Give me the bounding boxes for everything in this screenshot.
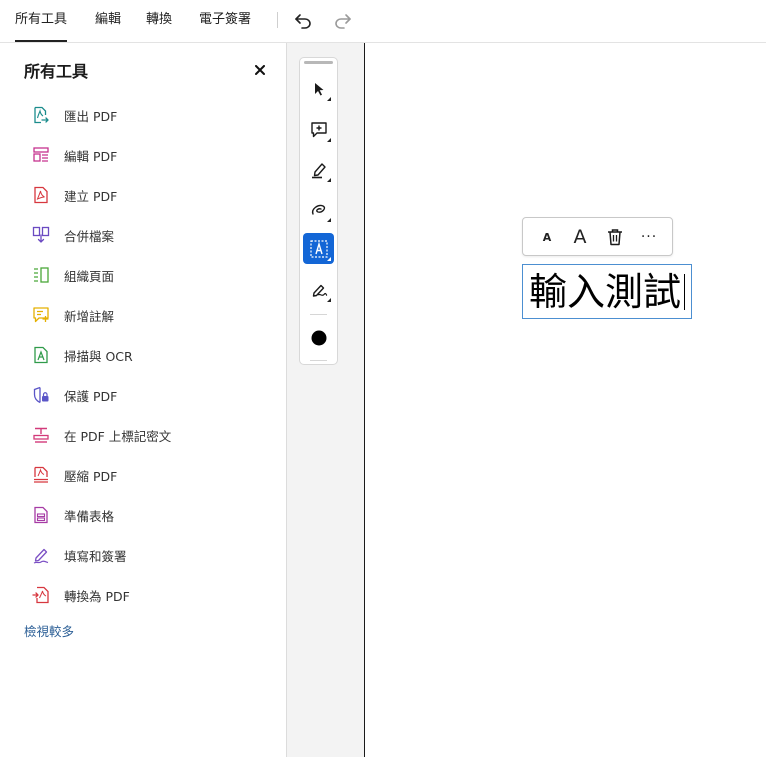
tool-label: 建立 PDF — [64, 188, 118, 204]
quick-tools-toolbar — [299, 57, 338, 365]
expand-indicator-icon — [327, 97, 331, 101]
text-caret — [684, 274, 685, 310]
tool-fill-sign[interactable]: 填寫和簽署 — [0, 535, 286, 575]
tool-scan-ocr[interactable]: 掃描與 OCR — [0, 335, 286, 375]
tab-edit[interactable]: 編輯 — [95, 0, 121, 42]
draw-tool-button[interactable] — [303, 194, 334, 225]
tool-compress-pdf[interactable]: 壓縮 PDF — [0, 455, 286, 495]
tool-label: 新增註解 — [64, 308, 115, 324]
text-format-toolbar: A A ··· — [522, 217, 673, 256]
tool-organize-pages[interactable]: 組織頁面 — [0, 255, 286, 295]
highlighter-icon — [311, 162, 326, 178]
close-icon — [255, 65, 265, 75]
redo-button[interactable] — [331, 9, 355, 33]
toolbar-drag-handle[interactable] — [304, 61, 333, 64]
tool-label: 填寫和簽署 — [64, 548, 127, 564]
tool-create-pdf[interactable]: 建立 PDF — [0, 175, 286, 215]
panel-title: 所有工具 — [24, 62, 89, 81]
tool-label: 在 PDF 上標記密文 — [64, 428, 172, 444]
text-annotation-box[interactable]: 輸入測試 — [522, 264, 692, 319]
tool-add-comment[interactable]: 新增註解 — [0, 295, 286, 335]
tab-convert[interactable]: 轉換 — [146, 0, 172, 42]
signature-icon — [312, 284, 327, 297]
create-pdf-icon — [34, 186, 48, 204]
export-pdf-icon — [34, 106, 49, 124]
delete-text-button[interactable] — [600, 222, 630, 252]
tool-protect-pdf[interactable]: 保護 PDF — [0, 375, 286, 415]
prepare-form-icon — [34, 506, 48, 524]
menu-divider — [277, 12, 278, 28]
expand-indicator-icon — [327, 178, 331, 182]
convert-to-pdf-icon — [32, 586, 49, 604]
redact-icon — [33, 427, 49, 443]
tool-export-pdf[interactable]: 匯出 PDF — [0, 95, 286, 135]
edit-pdf-icon — [33, 147, 49, 162]
tab-e-sign[interactable]: 電子簽署 — [199, 0, 251, 42]
combine-files-icon — [32, 226, 50, 243]
increase-font-size-button[interactable]: A — [565, 222, 595, 252]
expand-indicator-icon — [327, 218, 331, 222]
tool-label: 轉換為 PDF — [64, 588, 130, 604]
redo-icon — [335, 14, 351, 29]
tool-list: 匯出 PDF 編輯 PDF 建立 PDF 合併檔案 組織頁面 新增註解 掃描與 … — [0, 95, 286, 615]
document-page[interactable] — [364, 43, 766, 757]
expand-indicator-icon — [327, 257, 331, 261]
text-box-icon — [309, 239, 328, 258]
highlight-tool-button[interactable] — [303, 154, 334, 185]
tool-label: 匯出 PDF — [64, 108, 118, 124]
tool-label: 編輯 PDF — [64, 148, 118, 164]
tool-redact[interactable]: 在 PDF 上標記密文 — [0, 415, 286, 455]
trash-icon — [608, 229, 622, 246]
toolbar-divider — [310, 314, 327, 315]
text-annotation-content: 輸入測試 — [529, 270, 682, 314]
tool-label: 合併檔案 — [64, 228, 115, 244]
panel-close-button[interactable] — [252, 62, 268, 78]
tool-prepare-form[interactable]: 準備表格 — [0, 495, 286, 535]
tool-label: 掃描與 OCR — [64, 348, 133, 364]
fill-sign-icon — [33, 548, 49, 564]
expand-indicator-icon — [327, 138, 331, 142]
organize-pages-icon — [34, 267, 49, 283]
tool-label: 壓縮 PDF — [64, 468, 118, 484]
compress-pdf-icon — [34, 466, 48, 483]
tool-label: 組織頁面 — [64, 268, 115, 284]
top-menu-bar: 所有工具 編輯 轉換 電子簽署 — [0, 0, 766, 43]
app-window: 所有工具 編輯 轉換 電子簽署 所有工具 匯出 PDF 編輯 PDF 建立 PD… — [0, 0, 766, 757]
color-tool-button[interactable] — [303, 322, 334, 353]
freehand-icon — [311, 204, 325, 215]
cursor-icon — [314, 82, 323, 95]
undo-button[interactable] — [291, 9, 315, 33]
select-tool-button[interactable] — [303, 73, 334, 104]
comment-tool-button[interactable] — [303, 114, 334, 145]
undo-icon — [295, 14, 311, 29]
text-tool-button[interactable] — [303, 233, 334, 264]
add-comment-icon — [33, 307, 49, 323]
all-tools-panel: 所有工具 匯出 PDF 編輯 PDF 建立 PDF 合併檔案 組織頁面 新增註解… — [0, 43, 287, 757]
more-options-button[interactable]: ··· — [634, 222, 664, 252]
protect-pdf-icon — [33, 386, 49, 404]
toolbar-divider — [310, 360, 327, 361]
tool-convert-to-pdf[interactable]: 轉換為 PDF — [0, 575, 286, 615]
color-dot-icon — [311, 330, 326, 345]
tool-combine-files[interactable]: 合併檔案 — [0, 215, 286, 255]
tool-label: 準備表格 — [64, 508, 115, 524]
tool-label: 保護 PDF — [64, 388, 118, 404]
add-comment-icon — [310, 121, 327, 137]
see-more-link[interactable]: 檢視較多 — [24, 621, 74, 640]
sign-tool-button[interactable] — [303, 274, 334, 305]
tab-all-tools[interactable]: 所有工具 — [15, 0, 68, 42]
expand-indicator-icon — [327, 298, 331, 302]
decrease-font-size-button[interactable]: A — [532, 222, 562, 252]
scan-ocr-icon — [34, 346, 48, 364]
tool-edit-pdf[interactable]: 編輯 PDF — [0, 135, 286, 175]
